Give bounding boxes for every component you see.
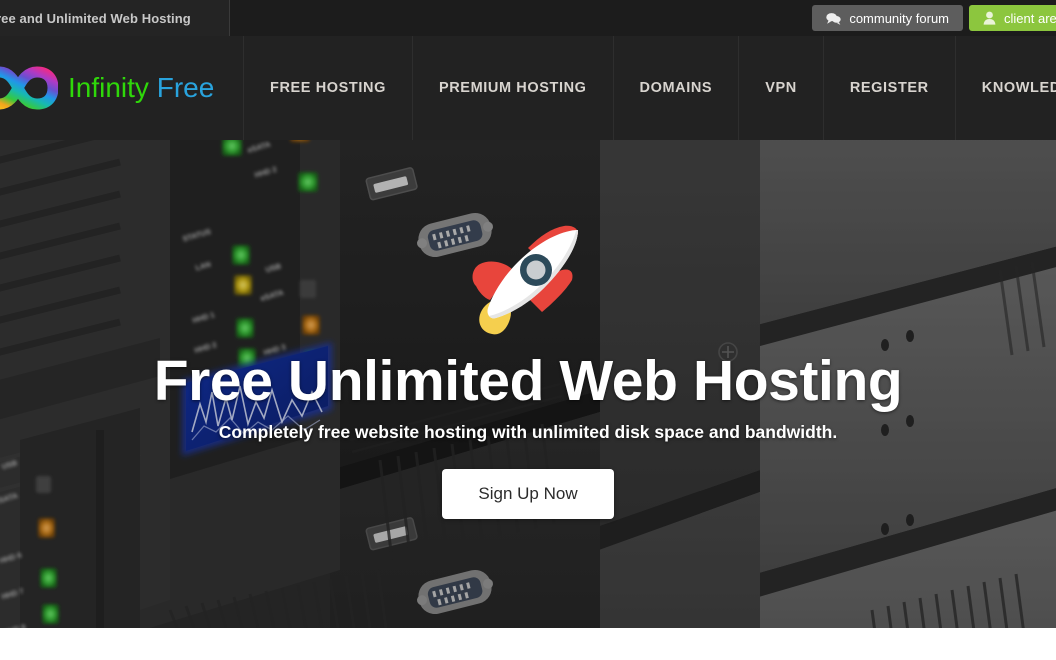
community-forum-label: community forum	[849, 10, 950, 26]
browser-tab-title: ree and Unlimited Web Hosting	[0, 10, 191, 26]
nav-item-vpn[interactable]: VPN	[738, 36, 823, 140]
nav-item-domains[interactable]: DOMAINS	[612, 36, 739, 140]
nav-item-label: FREE HOSTING	[270, 80, 386, 96]
community-forum-button[interactable]: community forum	[812, 5, 964, 31]
nav-item-label: REGISTER	[849, 80, 929, 96]
nav-item-register[interactable]: REGISTER	[822, 36, 955, 140]
brand-wordmark: Infinity Free	[68, 72, 214, 104]
nav-item-premium-hosting[interactable]: PREMIUM HOSTING	[411, 36, 613, 140]
brand-logo-link[interactable]: Infinity Free	[0, 36, 243, 140]
nav-item-label: DOMAINS	[639, 80, 713, 96]
site-navigation-bar: Infinity Free FREE HOSTING PREMIUM HOSTI…	[0, 36, 1056, 140]
page-title: Free Unlimited Web Hosting	[153, 349, 903, 413]
infinity-logo-icon	[0, 66, 58, 110]
nav-item-knowledge-base[interactable]: KNOWLEDGE BASE	[954, 36, 1056, 140]
speech-bubble-icon	[826, 12, 842, 25]
nav-item-list: FREE HOSTING PREMIUM HOSTING DOMAINS VPN…	[243, 36, 1056, 140]
browser-tab[interactable]: ree and Unlimited Web Hosting	[0, 0, 230, 36]
sign-up-button[interactable]: Sign Up Now	[442, 469, 614, 519]
nav-item-free-hosting[interactable]: FREE HOSTING	[243, 36, 412, 140]
user-icon	[983, 11, 996, 25]
hero-content: Free Unlimited Web Hosting Completely fr…	[0, 140, 1056, 628]
rocket-icon	[472, 225, 578, 335]
brand-word-free: Free	[156, 72, 215, 103]
page-body-below-hero	[0, 628, 1056, 660]
client-area-label: client area	[1004, 10, 1056, 26]
client-area-button[interactable]: client area	[969, 5, 1056, 31]
hero-subtitle: Completely free website hosting with unl…	[218, 422, 838, 442]
browser-top-bar: ree and Unlimited Web Hosting community …	[0, 0, 1056, 36]
hero-icon-wrap	[466, 222, 590, 344]
nav-item-label: PREMIUM HOSTING	[438, 80, 587, 96]
topbar-actions: community forum client area	[812, 5, 1056, 31]
page-root: ree and Unlimited Web Hosting community …	[0, 0, 1056, 660]
nav-item-label: VPN	[765, 80, 797, 96]
brand-word-infinity: Infinity	[68, 72, 149, 103]
hero-section: eSATA HHD 2 STATUS LAN USB eSATA HHD 1 H…	[0, 140, 1056, 628]
nav-item-label: KNOWLEDGE BASE	[981, 80, 1056, 96]
